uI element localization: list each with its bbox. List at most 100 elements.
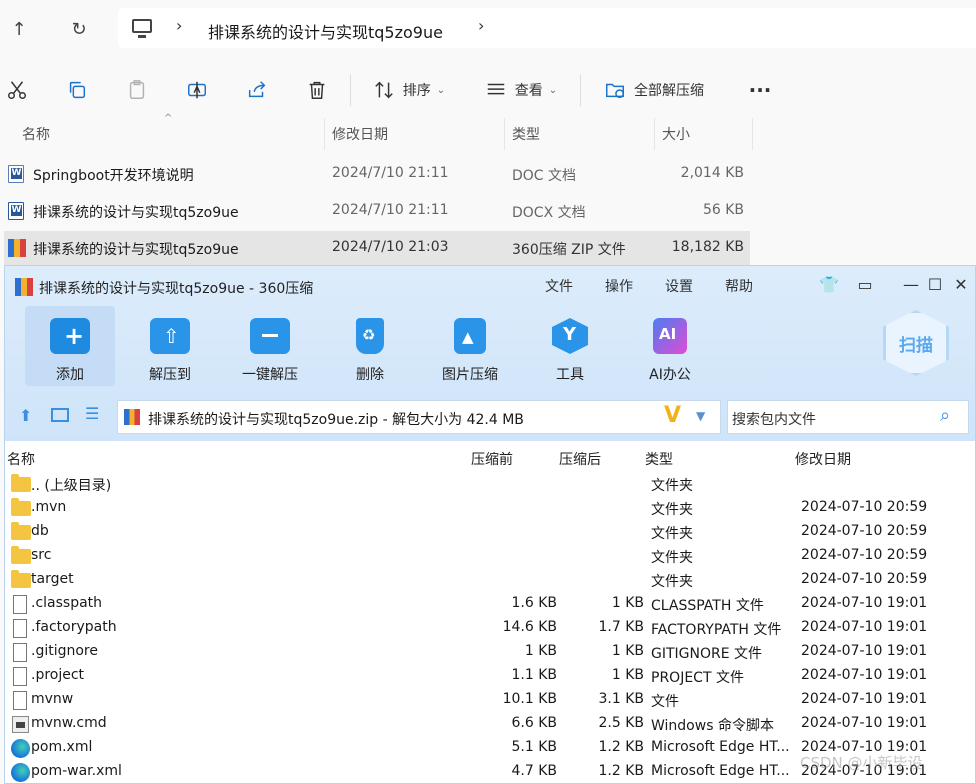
clipboard-icon	[129, 80, 145, 99]
row-type: 文件夹	[651, 550, 693, 566]
dropdown-arrow-icon[interactable]: ▼	[696, 409, 705, 423]
col-name[interactable]: 名称	[7, 449, 35, 469]
menu-file[interactable]: 文件	[545, 276, 573, 296]
one-click-extract-label: 一键解压	[242, 367, 298, 383]
extract-to-label: 解压到	[149, 367, 191, 383]
maximize-icon[interactable]: ☐	[925, 274, 945, 294]
rename-button[interactable]	[180, 70, 214, 110]
close-icon[interactable]: ✕	[951, 274, 971, 294]
view-label: 查看	[514, 83, 543, 99]
archive-path-bar[interactable]: 排课系统的设计与实现tq5zo9ue.zip - 解包大小为 42.4 MB V…	[117, 400, 721, 434]
row-date: 2024-07-10 20:59	[801, 571, 928, 587]
more-options-icon[interactable]: ···	[742, 70, 778, 110]
file-row-selected[interactable]: 排课系统的设计与实现tq5zo9ue 2024/7/10 21:03 360压缩…	[4, 231, 750, 265]
image-compress-button[interactable]: ▲ 图片压缩	[425, 306, 515, 386]
rename-icon	[188, 81, 206, 99]
archive-row[interactable]: .factorypath 14.6 KB 1.7 KB FACTORYPATH 文件 2…	[5, 617, 975, 641]
refresh-icon[interactable]: ↻	[64, 14, 94, 44]
chevron-right-icon[interactable]: ›	[478, 16, 484, 35]
search-icon[interactable]: ⌕	[940, 405, 950, 426]
divider	[580, 74, 581, 106]
address-bar[interactable]: › 排课系统的设计与实现tq5zo9ue ›	[118, 8, 976, 48]
skin-icon[interactable]: 👕	[819, 274, 839, 294]
watermark: CSDN @小新毕设	[800, 754, 923, 772]
extract-all-button[interactable]: 全部解压缩	[596, 70, 712, 110]
feedback-icon[interactable]: ▭	[855, 274, 875, 294]
share-button[interactable]	[240, 70, 274, 110]
row-name: src	[31, 547, 52, 563]
archive-search[interactable]: 搜索包内文件 ⌕	[727, 400, 969, 434]
col-after[interactable]: 压缩后	[559, 449, 601, 469]
breadcrumb[interactable]: 排课系统的设计与实现tq5zo9ue	[208, 19, 443, 43]
file-name: 排课系统的设计与实现tq5zo9ue	[33, 205, 239, 221]
column-type[interactable]: 类型	[512, 118, 540, 150]
archive-row[interactable]: .gitignore 1 KB 1 KB GITIGNORE 文件 2024-07-10…	[5, 641, 975, 665]
row-type: PROJECT 文件	[651, 670, 744, 686]
column-date[interactable]: 修改日期	[332, 118, 388, 150]
file-row[interactable]: 排课系统的设计与实现tq5zo9ue 2024/7/10 21:11 DOCX …	[4, 194, 750, 228]
folder-icon	[11, 570, 31, 588]
list-view-icon[interactable]: ☰	[85, 404, 99, 423]
scan-button[interactable]: 扫描	[883, 310, 949, 376]
this-pc-icon	[132, 19, 152, 38]
folder-icon	[11, 474, 31, 492]
archive-row[interactable]: .classpath 1.6 KB 1 KB CLASSPATH 文件 2024-07-…	[5, 593, 975, 617]
row-type: 文件夹	[651, 574, 693, 590]
file-row[interactable]: Springboot开发环境说明 2024/7/10 21:11 DOC 文档 …	[4, 157, 750, 191]
cut-button[interactable]	[0, 70, 34, 110]
delete-button[interactable]	[300, 70, 334, 110]
copy-button[interactable]	[60, 70, 94, 110]
file-icon	[13, 595, 27, 614]
archive-row[interactable]: target 文件夹 2024-07-10 20:59	[5, 569, 975, 593]
row-before: 1.1 KB	[511, 667, 558, 683]
up-arrow-icon[interactable]: ↑	[4, 14, 34, 44]
edge-icon	[11, 739, 30, 758]
archive-row[interactable]: src 文件夹 2024-07-10 20:59	[5, 545, 975, 569]
menu-settings[interactable]: 设置	[665, 276, 693, 296]
v-badge-icon[interactable]: V	[664, 403, 681, 428]
column-name[interactable]: 名称	[22, 118, 50, 150]
paste-button[interactable]	[120, 70, 154, 110]
menu-help[interactable]: 帮助	[725, 276, 753, 296]
row-after: 1 KB	[611, 643, 644, 659]
zip-header: 排课系统的设计与实现tq5zo9ue - 360压缩 文件 操作 设置 帮助 👕…	[5, 266, 975, 441]
sort-button[interactable]: 排序 ⌄	[366, 70, 452, 110]
archive-row[interactable]: .mvn 文件夹 2024-07-10 20:59	[5, 497, 975, 521]
menu-operate[interactable]: 操作	[605, 276, 633, 296]
ai-office-button[interactable]: AI AI办公	[625, 306, 715, 386]
col-before[interactable]: 压缩前	[471, 449, 513, 469]
archive-row[interactable]: .project 1.1 KB 1 KB PROJECT 文件 2024-07-10 1…	[5, 665, 975, 689]
col-type[interactable]: 类型	[645, 449, 673, 469]
extract-to-button[interactable]: ⇧ 解压到	[125, 306, 215, 386]
tools-button[interactable]: Y 工具	[525, 306, 615, 386]
row-name: pom-war.xml	[31, 763, 122, 779]
row-type: Microsoft Edge HT...	[651, 739, 790, 755]
up-level-icon[interactable]: ⬆	[19, 406, 32, 425]
file-name: Springboot开发环境说明	[33, 168, 194, 184]
archive-row[interactable]: mvnw.cmd 6.6 KB 2.5 KB Windows 命令脚本 2024-07-…	[5, 713, 975, 737]
file-type: 360压缩 ZIP 文件	[512, 242, 626, 258]
minimize-icon[interactable]: —	[901, 274, 921, 294]
column-size[interactable]: 大小	[662, 118, 690, 150]
one-click-extract-icon	[250, 318, 290, 354]
share-icon	[248, 81, 266, 98]
copy-icon	[69, 81, 86, 99]
row-after: 1.7 KB	[598, 619, 645, 635]
row-name: .classpath	[31, 595, 103, 611]
row-name: db	[31, 523, 49, 539]
row-date: 2024-07-10 19:01	[801, 715, 928, 731]
delete-archive-button[interactable]: ♻ 删除	[325, 306, 415, 386]
archive-row[interactable]: .. (上级目录) 文件夹	[5, 473, 975, 497]
row-before: 1.6 KB	[511, 595, 558, 611]
view-button[interactable]: 查看 ⌄	[478, 70, 564, 110]
add-button[interactable]: + 添加	[25, 306, 115, 386]
row-date: 2024-07-10 20:59	[801, 499, 928, 515]
file-date: 2024/7/10 21:03	[332, 239, 449, 255]
zip-app-icon	[15, 278, 33, 296]
col-date[interactable]: 修改日期	[795, 449, 851, 469]
archive-row[interactable]: mvnw 10.1 KB 3.1 KB 文件 2024-07-10 19:01	[5, 689, 975, 713]
thumbnail-view-icon[interactable]	[51, 408, 69, 422]
row-before: 1 KB	[524, 643, 557, 659]
archive-row[interactable]: db 文件夹 2024-07-10 20:59	[5, 521, 975, 545]
one-click-extract-button[interactable]: 一键解压	[225, 306, 315, 386]
